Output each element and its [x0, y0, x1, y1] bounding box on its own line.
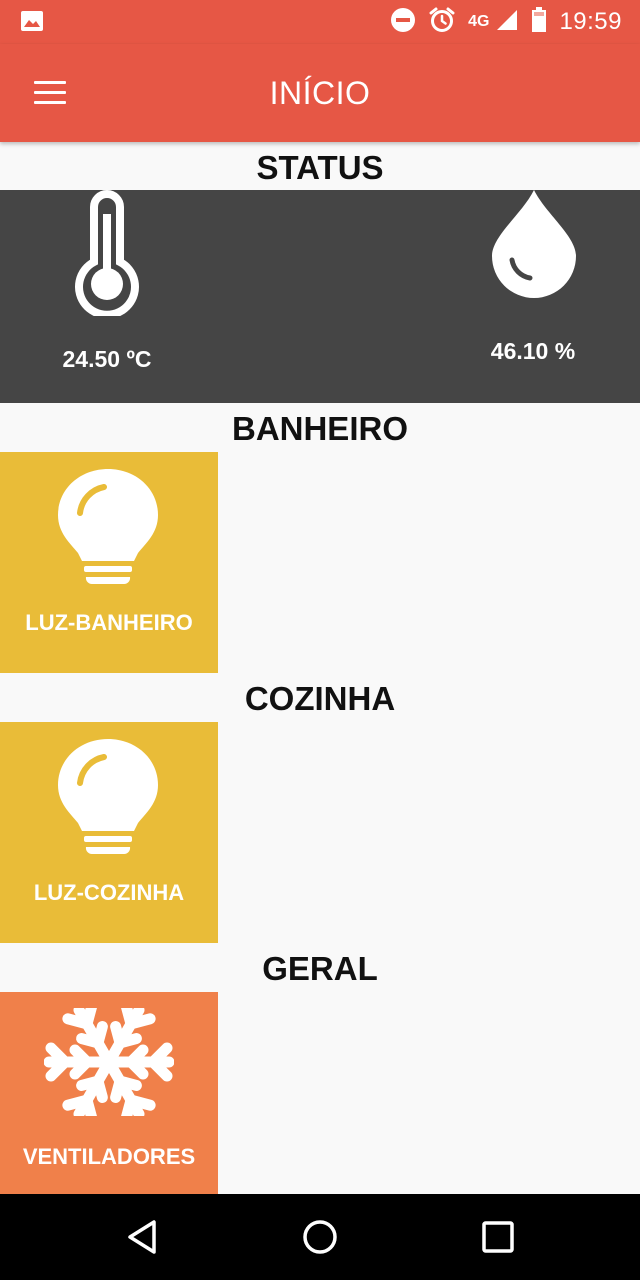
section-title-banheiro: BANHEIRO	[231, 410, 408, 447]
signal-icon	[495, 8, 519, 37]
status-panel: 24.50 ºC 46.10 %	[0, 190, 640, 403]
image-notification-icon	[20, 10, 44, 37]
tile-luz-banheiro[interactable]: LUZ-BANHEIRO	[0, 452, 218, 673]
tile-label: VENTILADORES	[22, 1144, 196, 1169]
lightbulb-icon	[58, 739, 158, 855]
thermometer-icon	[75, 190, 139, 316]
back-triangle-icon[interactable]	[112, 1207, 172, 1267]
tile-label: LUZ-COZINHA	[33, 880, 185, 905]
status-time: 19:59	[559, 8, 622, 35]
status-icons: 4G 19:59	[390, 6, 622, 38]
section-title-cozinha: COZINHA	[244, 680, 396, 717]
home-circle-icon[interactable]	[290, 1207, 350, 1267]
app-bar: INÍCIO	[0, 44, 640, 142]
do-not-disturb-icon	[390, 7, 416, 38]
recents-square-icon[interactable]	[468, 1207, 528, 1267]
status-bar: 4G 19:59	[0, 0, 640, 44]
system-nav-bar	[0, 1194, 640, 1280]
temperature-value: 24.50 ºC	[62, 346, 152, 372]
alarm-clock-icon	[428, 6, 456, 39]
hamburger-menu-icon[interactable]	[22, 66, 78, 118]
page-title: INÍCIO	[269, 75, 371, 111]
snowflake-icon	[44, 1008, 174, 1116]
battery-icon	[531, 6, 547, 38]
humidity-value: 46.10 %	[490, 338, 576, 364]
lightbulb-icon	[58, 469, 158, 585]
tile-luz-cozinha[interactable]: LUZ-COZINHA	[0, 722, 218, 943]
network-type: 4G	[468, 13, 490, 30]
section-title-geral: GERAL	[262, 950, 378, 987]
tile-ventiladores[interactable]: VENTILADORES	[0, 992, 218, 1194]
water-drop-icon	[492, 190, 576, 298]
section-title-status: STATUS	[256, 149, 384, 186]
tile-label: LUZ-BANHEIRO	[25, 610, 193, 635]
